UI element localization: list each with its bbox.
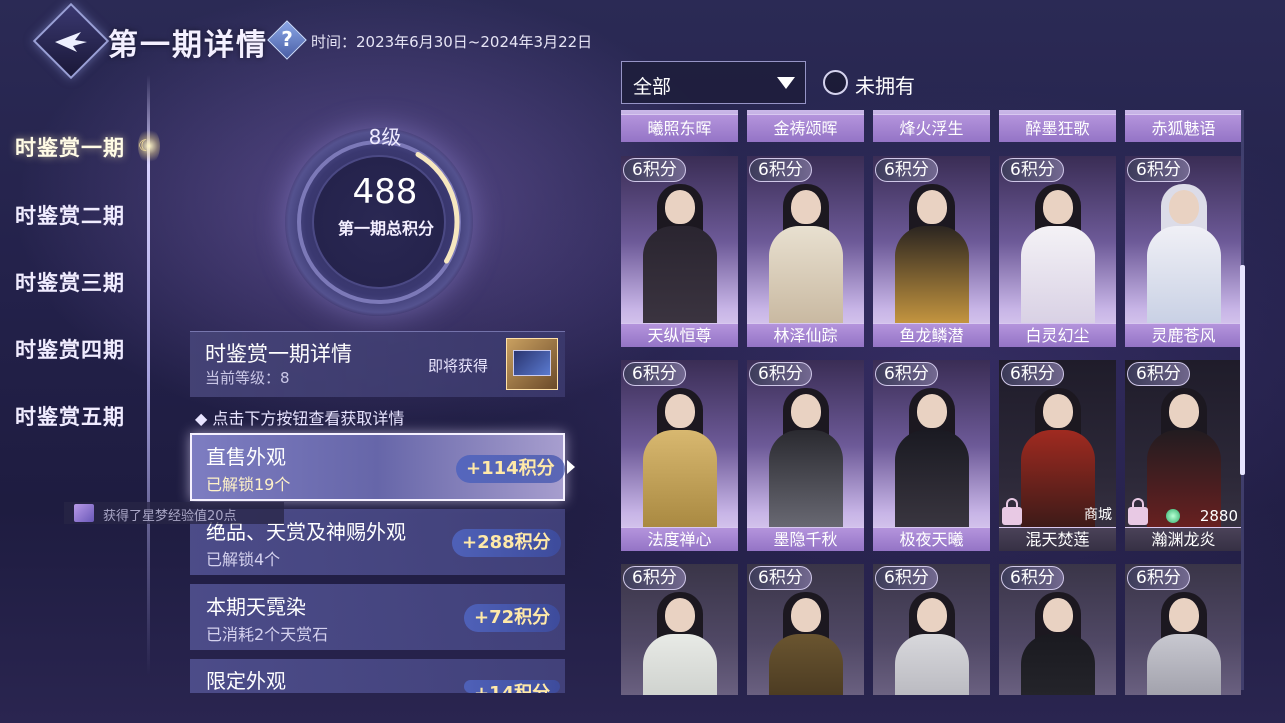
outfit-card[interactable]: 6积分 极夜天曦 (873, 360, 990, 551)
points-badge: 6积分 (749, 362, 812, 386)
points-badge: 6积分 (623, 362, 686, 386)
category-points: +14积分 (464, 680, 561, 693)
detail-title: 时鉴赏一期详情 (205, 342, 352, 366)
nav-divider (147, 75, 150, 675)
outfit-name: 曦照东晖 (621, 114, 738, 142)
category-points: +288积分 (452, 529, 561, 557)
outfit-card[interactable]: 烽火浮生 (873, 110, 990, 142)
shop-tag: 商城 (1084, 507, 1112, 523)
outfit-card[interactable]: 6积分 (747, 564, 864, 695)
points-badge: 6积分 (1001, 566, 1064, 590)
not-owned-radio[interactable] (823, 70, 848, 95)
category-points: +114积分 (456, 455, 565, 483)
outfit-name: 烽火浮生 (873, 114, 990, 142)
nav-item-period-1[interactable]: 时鉴赏一期 (15, 132, 125, 162)
total-points-label: 第一期总积分 (337, 219, 434, 238)
points-badge: 6积分 (1127, 362, 1190, 386)
selected-arrow-icon (567, 460, 575, 474)
outfit-card[interactable]: 6积分 灵鹿苍风 (1125, 156, 1241, 347)
outfit-card[interactable]: 6积分 (1125, 564, 1241, 695)
hint-text: ◆ 点击下方按钮查看获取详情 (195, 409, 405, 428)
points-badge: 6积分 (623, 566, 686, 590)
category-sub: 已解锁4个 (206, 550, 281, 569)
category-sub: 已解锁19个 (206, 475, 291, 494)
nav-item-period-5[interactable]: 时鉴赏五期 (15, 401, 125, 431)
outfit-name: 法度禅心 (621, 527, 738, 551)
filter-value: 全部 (633, 76, 672, 98)
outfit-card[interactable]: 6积分 林泽仙踪 (747, 156, 864, 347)
points-badge: 6积分 (875, 158, 938, 182)
outfit-name: 混天焚莲 (999, 527, 1116, 551)
outfit-name: 天纵恒尊 (621, 323, 738, 347)
toast-text: 获得了星梦经验值20点 (103, 509, 237, 524)
outfit-card[interactable]: 6积分 2880 瀚渊龙炎 (1125, 360, 1241, 551)
lock-icon (1002, 498, 1022, 525)
lock-icon (1128, 498, 1148, 525)
outfit-name: 墨隐千秋 (747, 527, 864, 551)
outfit-card[interactable]: 醉墨狂歌 (999, 110, 1116, 142)
crescent-moon-icon: ☾ (138, 136, 153, 155)
total-points: 488 (352, 172, 418, 212)
page-title: 第一期详情 (108, 28, 268, 63)
outfit-name: 林泽仙踪 (747, 323, 864, 347)
nav-item-period-4[interactable]: 时鉴赏四期 (15, 334, 125, 364)
upcoming-reward-label: 即将获得 (428, 357, 489, 375)
not-owned-label[interactable]: 未拥有 (855, 70, 915, 99)
category-title: 本期天霓染 (206, 595, 306, 619)
outfit-card[interactable]: 赤狐魅语 (1125, 110, 1241, 142)
level-label: 8级 (368, 125, 402, 149)
nav-item-period-2[interactable]: 时鉴赏二期 (15, 200, 125, 230)
outfit-card[interactable]: 金祷颂晖 (747, 110, 864, 142)
outfit-grid: 曦照东晖 金祷颂晖 烽火浮生 醉墨狂歌 赤狐魅语 6积分 天纵恒尊 6积分 林泽… (621, 105, 1241, 695)
outfit-name: 赤狐魅语 (1125, 114, 1241, 142)
outfit-name: 极夜天曦 (873, 527, 990, 551)
outfit-name: 金祷颂晖 (747, 114, 864, 142)
outfit-name: 灵鹿苍风 (1125, 323, 1241, 347)
outfit-card[interactable]: 6积分 (621, 564, 738, 695)
category-sub: 已消耗2个天赏石 (206, 625, 329, 644)
outfit-card[interactable]: 6积分 墨隐千秋 (747, 360, 864, 551)
points-badge: 6积分 (1001, 362, 1064, 386)
outfit-card[interactable]: 6积分 (999, 564, 1116, 695)
points-badge: 6积分 (1001, 158, 1064, 182)
dropdown-arrow-icon[interactable] (777, 77, 795, 89)
outfit-name: 瀚渊龙炎 (1125, 527, 1241, 551)
current-level: 当前等级：8 (205, 369, 290, 387)
outfit-price: 2880 (1199, 507, 1238, 525)
category-points: +72积分 (464, 604, 561, 632)
points-badge: 6积分 (623, 158, 686, 182)
category-title: 直售外观 (206, 445, 286, 469)
outfit-card[interactable]: 曦照东晖 (621, 110, 738, 142)
help-icon[interactable]: ? (273, 25, 301, 53)
category-title: 限定外观 (206, 669, 286, 693)
points-badge: 6积分 (749, 158, 812, 182)
outfit-card[interactable]: 6积分 天纵恒尊 (621, 156, 738, 347)
points-badge: 6积分 (1127, 566, 1190, 590)
period-time: 时间：2023年6月30日~2024年3月22日 (311, 33, 593, 51)
points-badge: 6积分 (1127, 158, 1190, 182)
star-dream-icon (74, 504, 94, 522)
scrollbar-thumb[interactable] (1240, 265, 1245, 475)
points-badge: 6积分 (749, 566, 812, 590)
jade-currency-icon (1166, 509, 1180, 523)
outfit-card[interactable]: 6积分 (873, 564, 990, 695)
outfit-card[interactable]: 6积分 鱼龙鳞潜 (873, 156, 990, 347)
back-arrow-icon (55, 32, 87, 52)
outfit-card[interactable]: 6积分 商城 混天焚莲 (999, 360, 1116, 551)
outfit-card[interactable]: 6积分 法度禅心 (621, 360, 738, 551)
nav-item-period-3[interactable]: 时鉴赏三期 (15, 267, 125, 297)
reward-frame-icon (513, 350, 551, 376)
outfit-name: 鱼龙鳞潜 (873, 323, 990, 347)
points-badge: 6积分 (875, 566, 938, 590)
outfit-card[interactable]: 6积分 白灵幻尘 (999, 156, 1116, 347)
points-badge: 6积分 (875, 362, 938, 386)
outfit-name: 白灵幻尘 (999, 323, 1116, 347)
outfit-name: 醉墨狂歌 (999, 114, 1116, 142)
